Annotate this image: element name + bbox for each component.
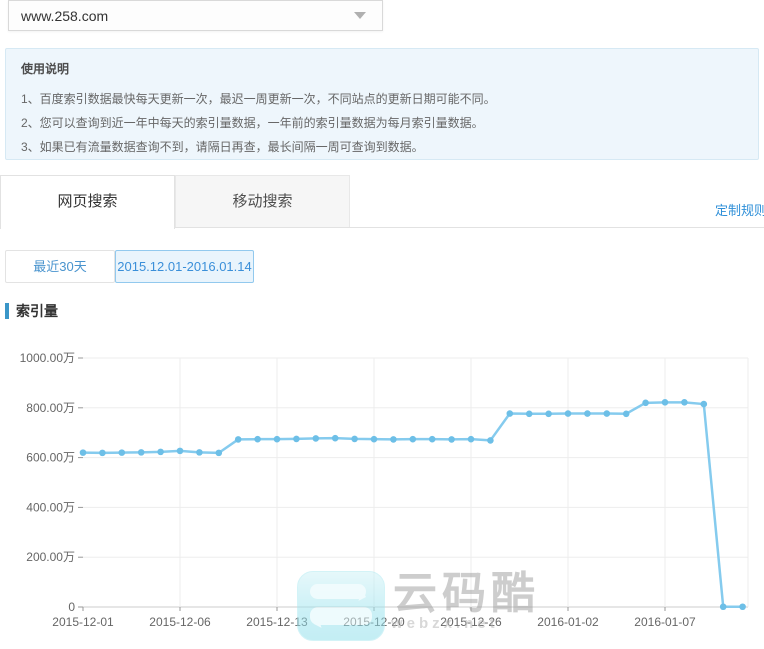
svg-text:2015-12-20: 2015-12-20 <box>343 615 405 629</box>
section-accent-bar <box>5 303 9 319</box>
index-volume-chart-svg: 1000.00万800.00万600.00万400.00万200.00万0201… <box>0 345 764 644</box>
usage-instructions-title: 使用说明 <box>21 60 743 77</box>
svg-text:2015-12-06: 2015-12-06 <box>149 615 211 629</box>
svg-text:2015-12-26: 2015-12-26 <box>440 615 502 629</box>
index-volume-chart: 1000.00万800.00万600.00万400.00万200.00万0201… <box>0 345 764 644</box>
tab-web-search[interactable]: 网页搜索 <box>0 175 175 229</box>
svg-text:2015-12-01: 2015-12-01 <box>52 615 114 629</box>
section-title: 索引量 <box>16 301 58 321</box>
svg-text:2015-12-13: 2015-12-13 <box>246 615 308 629</box>
svg-text:1000.00万: 1000.00万 <box>20 351 75 365</box>
svg-text:2016-01-02: 2016-01-02 <box>537 615 599 629</box>
last-30-days-button[interactable]: 最近30天 <box>5 250 115 283</box>
site-selector-dropdown[interactable]: www.258.com <box>8 0 383 31</box>
tab-mobile-search[interactable]: 移动搜索 <box>175 175 350 228</box>
usage-instructions-panel: 使用说明 1、百度索引数据最快每天更新一次，最迟一周更新一次，不同站点的更新日期… <box>5 48 759 160</box>
section-header: 索引量 <box>5 301 58 321</box>
svg-text:2016-01-07: 2016-01-07 <box>634 615 696 629</box>
svg-text:400.00万: 400.00万 <box>26 500 75 514</box>
custom-date-range-button[interactable]: 2015.12.01-2016.01.14 <box>115 250 254 283</box>
svg-text:0: 0 <box>68 600 75 614</box>
search-type-tabbar: 网页搜索 移动搜索 定制规则 <box>0 175 764 228</box>
custom-rules-link[interactable]: 定制规则 <box>715 200 764 219</box>
chevron-down-icon <box>354 12 366 19</box>
date-range-row: 最近30天 2015.12.01-2016.01.14 <box>5 250 254 283</box>
svg-text:800.00万: 800.00万 <box>26 401 75 415</box>
svg-text:200.00万: 200.00万 <box>26 550 75 564</box>
usage-instruction-line: 2、您可以查询到近一年中每天的索引量数据，一年前的索引量数据为每月索引量数据。 <box>21 111 743 135</box>
usage-instruction-line: 1、百度索引数据最快每天更新一次，最迟一周更新一次，不同站点的更新日期可能不同。 <box>21 87 743 111</box>
usage-instruction-line: 3、如果已有流量数据查询不到，请隔日再查，最长间隔一周可查询到数据。 <box>21 135 743 159</box>
svg-text:600.00万: 600.00万 <box>26 451 75 465</box>
site-selector-value: www.258.com <box>21 8 354 24</box>
